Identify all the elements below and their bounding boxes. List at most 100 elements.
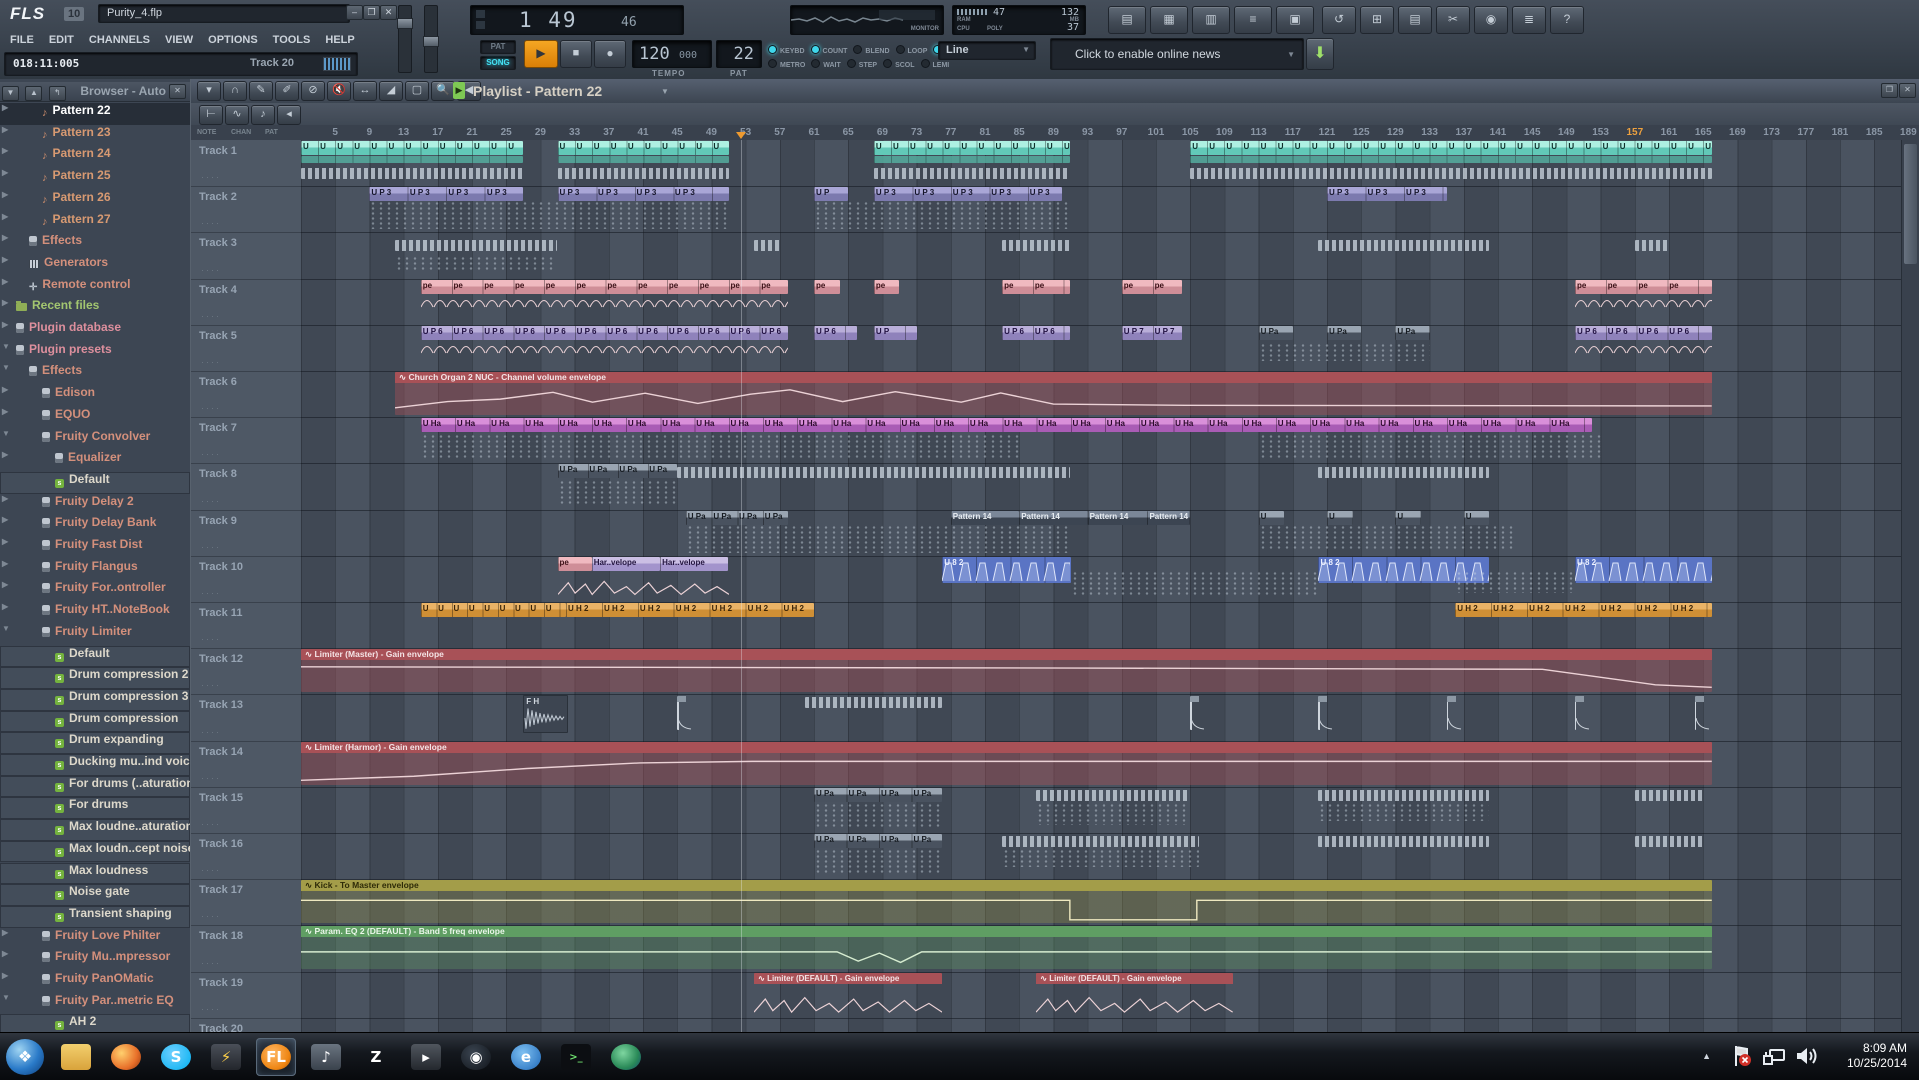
pattern-clip[interactable]: U P 3 U P 3 U P 3 xyxy=(1327,187,1447,202)
browser-item-recent-files[interactable]: ▶ Recent files xyxy=(0,298,190,320)
snap-selector[interactable]: Line ▼ xyxy=(938,41,1036,60)
collapsed-arrow-icon[interactable]: ▶ xyxy=(2,190,8,199)
browser-item-drum-expanding[interactable]: s Drum expanding xyxy=(0,732,190,754)
track-row-5[interactable]: U P 6U P 6U P 6U P 6U P 6U P 6U P 6U P 6… xyxy=(301,325,1902,372)
browser-item-pattern-26[interactable]: ▶ ♪ Pattern 26 xyxy=(0,190,190,212)
pattern-clip[interactable]: Pattern 14 xyxy=(1087,510,1156,525)
menu-options[interactable]: OPTIONS xyxy=(208,34,258,46)
track-controls-dots[interactable]: ···· xyxy=(201,496,221,506)
collapsed-arrow-icon[interactable]: ▶ xyxy=(2,928,8,937)
track-controls-dots[interactable]: ···· xyxy=(201,1004,221,1014)
ruler-bar-173[interactable]: 173 xyxy=(1763,127,1780,138)
track-row-15[interactable]: U Pa U Pa U Pa U Pa xyxy=(301,787,1902,834)
track-row-18[interactable]: ∿ Param. EQ 2 (DEFAULT) - Band 5 freq en… xyxy=(301,925,1902,973)
mute-tool-button[interactable]: 🔇 xyxy=(327,81,351,101)
led-count[interactable] xyxy=(810,45,820,54)
track-controls-dots[interactable]: ···· xyxy=(201,265,221,275)
browser-collapse-button[interactable]: ▼ xyxy=(2,86,19,101)
pattern-clip[interactable]: U P 6 xyxy=(814,325,857,340)
track-header-4[interactable]: Track 4 ···· xyxy=(191,279,301,326)
select-tool-button[interactable]: ▢ xyxy=(405,81,429,101)
collapsed-arrow-icon[interactable]: ▶ xyxy=(2,971,8,980)
browser-item-max-loudne-aturation-[interactable]: s Max loudne..aturation) xyxy=(0,819,190,841)
track-header-12[interactable]: Track 12 ···· xyxy=(191,648,301,696)
volume-icon[interactable] xyxy=(1795,1046,1819,1066)
ruler-bar-189[interactable]: 189 xyxy=(1900,127,1917,138)
clock[interactable]: 8:09 AM 10/25/2014 xyxy=(1847,1041,1907,1071)
playhead-marker-icon[interactable] xyxy=(736,132,747,139)
ruler-bar-169[interactable]: 169 xyxy=(1729,127,1746,138)
browser-close-button[interactable]: ✕ xyxy=(169,84,186,99)
ruler-bar-185[interactable]: 185 xyxy=(1866,127,1883,138)
track-header-14[interactable]: Track 14 ···· xyxy=(191,741,301,788)
pattern-clip[interactable]: U P xyxy=(873,325,917,340)
browser-item-noise-gate[interactable]: s Noise gate xyxy=(0,884,190,906)
ruler-bar-81[interactable]: 81 xyxy=(979,127,990,138)
track-header-11[interactable]: Track 11 ···· xyxy=(191,602,301,650)
media-player-taskbar-icon[interactable]: ▸ xyxy=(406,1038,446,1076)
news-download-button[interactable]: ⬇ xyxy=(1306,38,1334,70)
pattern-clip[interactable]: U xyxy=(1395,510,1422,525)
track-controls-dots[interactable]: ···· xyxy=(201,311,221,321)
ruler-bar-165[interactable]: 165 xyxy=(1695,127,1712,138)
pattern-clip[interactable]: U P 6 U P 6 U P 6 U P 6 xyxy=(1574,325,1712,340)
ruler-bar-145[interactable]: 145 xyxy=(1524,127,1541,138)
folder-taskbar-icon[interactable] xyxy=(56,1038,96,1076)
browser-item-default[interactable]: s Default xyxy=(0,645,190,668)
track-controls-dots[interactable]: ···· xyxy=(201,680,221,690)
ruler-bar-97[interactable]: 97 xyxy=(1116,127,1127,138)
pattern-clip[interactable]: U Pa U Pa U Pa U Pa xyxy=(814,834,943,848)
vertical-scrollbar[interactable] xyxy=(1901,140,1919,1032)
ruler-bar-21[interactable]: 21 xyxy=(466,127,477,138)
collapsed-arrow-icon[interactable]: ▶ xyxy=(2,212,8,221)
song-mode-button[interactable]: SONG xyxy=(480,56,516,70)
pattern-clip[interactable]: Pattern 14 xyxy=(950,510,1020,525)
notepad-button[interactable]: ≣ xyxy=(1512,6,1546,34)
browser-item-pattern-25[interactable]: ▶ ♪ Pattern 25 xyxy=(0,168,190,190)
track-header-8[interactable]: Track 8 ···· xyxy=(191,463,301,511)
collapsed-arrow-icon[interactable]: ▶ xyxy=(2,146,8,155)
browser-item-for-drums-aturation-[interactable]: s For drums (..aturation) xyxy=(0,775,190,798)
cpu-panel[interactable]: 47 132 RAM MB CPU POLY 37 xyxy=(952,5,1086,35)
playlist-close-button[interactable]: ✕ xyxy=(1899,83,1916,98)
firefox-taskbar-icon[interactable] xyxy=(106,1038,146,1076)
expanded-arrow-icon[interactable]: ▼ xyxy=(2,624,10,633)
collapsed-arrow-icon[interactable]: ▶ xyxy=(2,320,8,329)
brush-tool-button[interactable]: ✐ xyxy=(275,81,299,101)
ruler-bar-109[interactable]: 109 xyxy=(1216,127,1233,138)
winamp-taskbar-icon[interactable]: ⚡ xyxy=(206,1038,246,1076)
browser-item-pattern-23[interactable]: ▶ ♪ Pattern 23 xyxy=(0,125,190,147)
led-scol[interactable] xyxy=(883,59,893,68)
oneshot-clip[interactable] xyxy=(1574,696,1589,731)
collapsed-arrow-icon[interactable]: ▶ xyxy=(2,515,8,524)
browser-item-effects[interactable]: ▼ Effects xyxy=(0,363,190,385)
close-button[interactable]: ✕ xyxy=(380,5,397,20)
pattern-clip[interactable]: U Pa U Pa U Pa U Pa xyxy=(685,510,789,525)
menu-edit[interactable]: EDIT xyxy=(49,34,74,46)
back-button[interactable]: ◂ xyxy=(277,105,301,125)
browser-item-pattern-27[interactable]: ▶ ♪ Pattern 27 xyxy=(0,212,190,234)
pattern-clip[interactable]: pe xyxy=(557,556,592,571)
delete-tool-button[interactable]: ⊘ xyxy=(301,81,325,101)
collapsed-arrow-icon[interactable]: ▶ xyxy=(2,168,8,177)
collapsed-arrow-icon[interactable]: ▶ xyxy=(2,255,8,264)
curve-button[interactable]: ∿ xyxy=(225,105,249,125)
zoom-tool-button[interactable]: 🔍 xyxy=(431,81,455,101)
browser-item-fruity-delay-2[interactable]: ▶ Fruity Delay 2 xyxy=(0,494,190,516)
ruler-bar-117[interactable]: 117 xyxy=(1285,127,1301,138)
browser-item-max-loudn-cept-noise[interactable]: s Max loudn..cept noise xyxy=(0,840,190,863)
track-header-13[interactable]: Track 13 ···· xyxy=(191,694,301,742)
pattern-clip[interactable]: U P 3 U P 3 U P 3 U P 3 xyxy=(369,187,524,202)
collapsed-arrow-icon[interactable]: ▶ xyxy=(2,125,8,134)
ruler-bar-177[interactable]: 177 xyxy=(1797,127,1814,138)
playlist-detach-button[interactable]: ❐ xyxy=(1881,83,1898,98)
track-header-5[interactable]: Track 5 ···· xyxy=(191,325,301,372)
render-button[interactable]: ▤ xyxy=(1398,6,1432,34)
ruler-bar-73[interactable]: 73 xyxy=(911,127,922,138)
led-wait[interactable] xyxy=(811,59,821,68)
menu-channels[interactable]: CHANNELS xyxy=(89,34,150,46)
ruler-bar-105[interactable]: 105 xyxy=(1182,127,1199,138)
track-row-17[interactable]: ∿ Kick - To Master envelope xyxy=(301,879,1902,927)
collapsed-arrow-icon[interactable]: ▶ xyxy=(2,407,8,416)
ruler-bar-13[interactable]: 13 xyxy=(398,127,409,138)
